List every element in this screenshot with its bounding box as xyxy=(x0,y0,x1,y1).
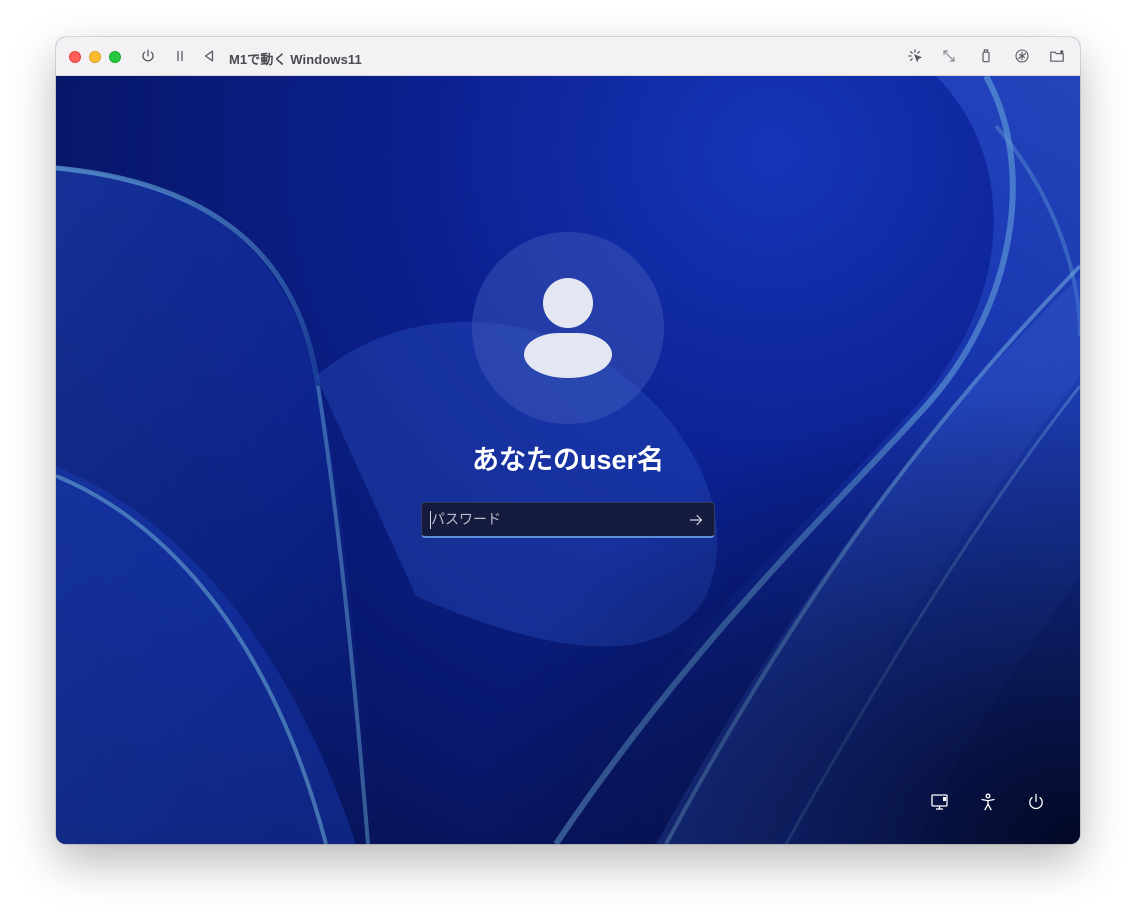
maximize-window-button[interactable] xyxy=(109,51,121,63)
usb-device-icon[interactable] xyxy=(977,47,995,65)
power-icon[interactable] xyxy=(1025,791,1047,813)
username-label: あなたのuser名 xyxy=(471,445,665,475)
close-window-button[interactable] xyxy=(69,51,81,63)
sparkle-cursor-icon[interactable] xyxy=(906,47,924,65)
user-avatar-head xyxy=(543,278,593,328)
password-field-container[interactable] xyxy=(421,502,715,538)
pause-icon[interactable] xyxy=(171,47,189,65)
network-icon[interactable] xyxy=(929,791,951,813)
back-triangle-icon[interactable] xyxy=(200,47,218,65)
shared-folder-icon[interactable] xyxy=(1048,47,1066,65)
password-input[interactable] xyxy=(431,503,671,536)
window-title: M1で動く Windows11 xyxy=(229,52,362,67)
user-avatar-body xyxy=(524,333,612,378)
resize-arrows-icon[interactable] xyxy=(940,47,958,65)
minimize-window-button[interactable] xyxy=(89,51,101,63)
user-avatar xyxy=(472,232,664,424)
windows-lock-screen: あなたのuser名 xyxy=(56,76,1080,844)
arrow-right-icon[interactable] xyxy=(686,510,706,530)
accessibility-circle-icon[interactable] xyxy=(1013,47,1031,65)
power-icon[interactable] xyxy=(139,47,157,65)
vm-window: M1で動く Windows11 あなたのuser名 xyxy=(56,37,1080,844)
accessibility-icon[interactable] xyxy=(977,791,999,813)
title-bar: M1で動く Windows11 xyxy=(56,37,1080,76)
